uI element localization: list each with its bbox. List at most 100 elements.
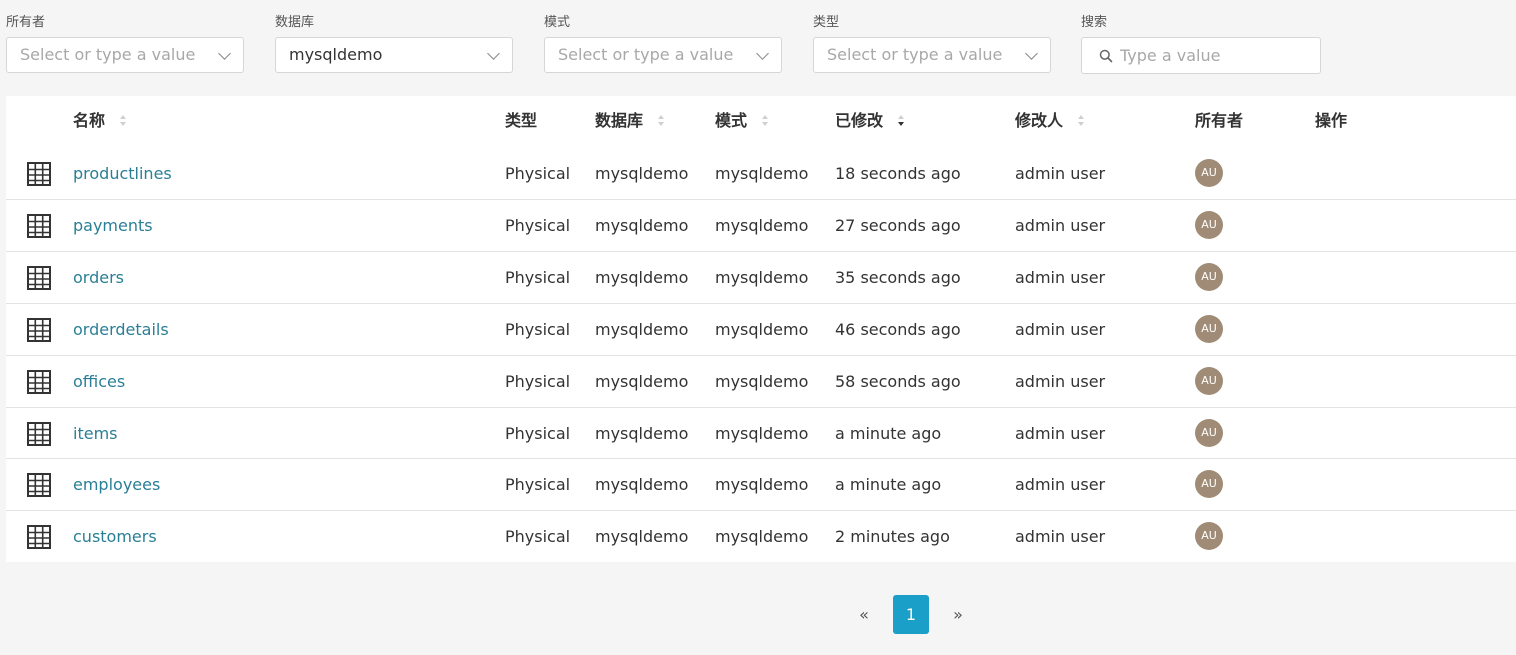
owner-avatar[interactable]: AU (1195, 419, 1223, 447)
owner-avatar[interactable]: AU (1195, 315, 1223, 343)
table-grid-icon (27, 370, 51, 394)
schema-filter: 模式 Select or type a value (544, 14, 782, 73)
table-grid-icon (27, 214, 51, 238)
schema-select-placeholder: Select or type a value (558, 45, 734, 64)
chevron-down-icon (1025, 47, 1038, 60)
column-header-database-label: 数据库 (595, 111, 644, 130)
cell-type: Physical (505, 372, 571, 391)
cell-database: mysqldemo (595, 527, 689, 546)
cell-type: Physical (505, 164, 571, 183)
owner-avatar[interactable]: AU (1195, 263, 1223, 291)
cell-database: mysqldemo (595, 268, 689, 287)
column-header-database[interactable]: 数据库 (595, 110, 665, 132)
sort-icon (761, 114, 769, 127)
database-filter-label: 数据库 (275, 15, 315, 30)
column-header-name[interactable]: 名称 (73, 110, 127, 132)
column-header-owner-label: 所有者 (1195, 111, 1244, 130)
owner-avatar[interactable]: AU (1195, 470, 1223, 498)
cell-modified: 27 seconds ago (835, 216, 961, 235)
cell-type: Physical (505, 268, 571, 287)
dataset-name-link[interactable]: productlines (73, 163, 172, 185)
cell-modified-by: admin user (1015, 527, 1106, 546)
cell-modified: 46 seconds ago (835, 320, 961, 339)
search-icon (1099, 49, 1113, 63)
pagination-page-button[interactable]: 1 (893, 595, 929, 634)
owner-avatar[interactable]: AU (1195, 211, 1223, 239)
sort-icon (1077, 114, 1085, 127)
database-select-value: mysqldemo (289, 45, 383, 64)
column-header-modified[interactable]: 已修改 (835, 110, 905, 132)
table-grid-icon (27, 162, 51, 186)
table-row: offices Physical mysqldemo mysqldemo 58 seco… (6, 355, 1516, 407)
cell-database: mysqldemo (595, 372, 689, 391)
cell-modified-by: admin user (1015, 424, 1106, 443)
type-filter: 类型 Select or type a value (813, 14, 1051, 73)
column-header-schema[interactable]: 模式 (715, 110, 769, 132)
cell-schema: mysqldemo (715, 268, 809, 287)
pagination-next-button[interactable]: » (948, 595, 968, 635)
cell-schema: mysqldemo (715, 372, 809, 391)
type-filter-label: 类型 (813, 15, 840, 30)
type-select[interactable]: Select or type a value (813, 37, 1051, 73)
column-header-type-label: 类型 (505, 111, 538, 130)
search-placeholder: Type a value (1120, 46, 1221, 65)
filter-bar: 所有者 Select or type a value 数据库 mysqldemo… (0, 0, 1516, 92)
dataset-name-link[interactable]: offices (73, 371, 125, 393)
cell-schema: mysqldemo (715, 164, 809, 183)
owner-select[interactable]: Select or type a value (6, 37, 244, 73)
cell-schema: mysqldemo (715, 527, 809, 546)
type-select-placeholder: Select or type a value (827, 45, 1003, 64)
column-header-schema-label: 模式 (715, 111, 748, 130)
dataset-name-link[interactable]: payments (73, 215, 153, 237)
cell-modified: a minute ago (835, 475, 942, 494)
cell-database: mysqldemo (595, 424, 689, 443)
table-row: productlines Physical mysqldemo mysqldemo 18… (6, 148, 1516, 200)
owner-avatar[interactable]: AU (1195, 522, 1223, 550)
dataset-name-link[interactable]: employees (73, 474, 160, 496)
dataset-name-link[interactable]: orderdetails (73, 319, 169, 341)
column-header-type: 类型 (505, 110, 537, 132)
chevron-down-icon (756, 47, 769, 60)
pagination: « 1 » (0, 595, 1516, 635)
dataset-name-link[interactable]: orders (73, 267, 124, 289)
sort-icon (657, 114, 665, 127)
table-grid-icon (27, 318, 51, 342)
table-grid-icon (27, 266, 51, 290)
chevron-down-icon (218, 47, 231, 60)
cell-type: Physical (505, 527, 571, 546)
database-select[interactable]: mysqldemo (275, 37, 513, 73)
cell-modified-by: admin user (1015, 372, 1106, 391)
cell-modified-by: admin user (1015, 164, 1106, 183)
table-grid-icon (27, 473, 51, 497)
dataset-name-link[interactable]: customers (73, 526, 157, 548)
cell-type: Physical (505, 424, 571, 443)
column-header-modified-by-label: 修改人 (1015, 111, 1064, 130)
table-header: 名称 类型 数据库 模式 已修改 修改人 所有者 操作 (6, 96, 1516, 148)
owner-avatar[interactable]: AU (1195, 367, 1223, 395)
cell-modified: 58 seconds ago (835, 372, 961, 391)
cell-type: Physical (505, 216, 571, 235)
schema-select[interactable]: Select or type a value (544, 37, 782, 73)
database-filter: 数据库 mysqldemo (275, 14, 513, 73)
cell-modified: 2 minutes ago (835, 527, 950, 546)
cell-schema: mysqldemo (715, 320, 809, 339)
cell-schema: mysqldemo (715, 216, 809, 235)
dataset-name-link[interactable]: items (73, 423, 117, 445)
pagination-prev-button[interactable]: « (854, 595, 874, 635)
cell-database: mysqldemo (595, 475, 689, 494)
column-header-owner: 所有者 (1195, 110, 1243, 132)
owner-select-placeholder: Select or type a value (20, 45, 196, 64)
search-input[interactable]: Type a value (1081, 37, 1321, 74)
owner-filter: 所有者 Select or type a value (6, 14, 244, 73)
column-header-modified-by[interactable]: 修改人 (1015, 110, 1085, 132)
chevron-down-icon (487, 47, 500, 60)
cell-modified: 35 seconds ago (835, 268, 961, 287)
owner-avatar[interactable]: AU (1195, 159, 1223, 187)
cell-database: mysqldemo (595, 216, 689, 235)
table-row: employees Physical mysqldemo mysqldemo a min… (6, 458, 1516, 510)
cell-modified: a minute ago (835, 424, 942, 443)
table-row: orders Physical mysqldemo mysqldemo 35 secon… (6, 251, 1516, 303)
schema-filter-label: 模式 (544, 15, 571, 30)
column-header-actions-label: 操作 (1315, 111, 1348, 130)
cell-database: mysqldemo (595, 320, 689, 339)
